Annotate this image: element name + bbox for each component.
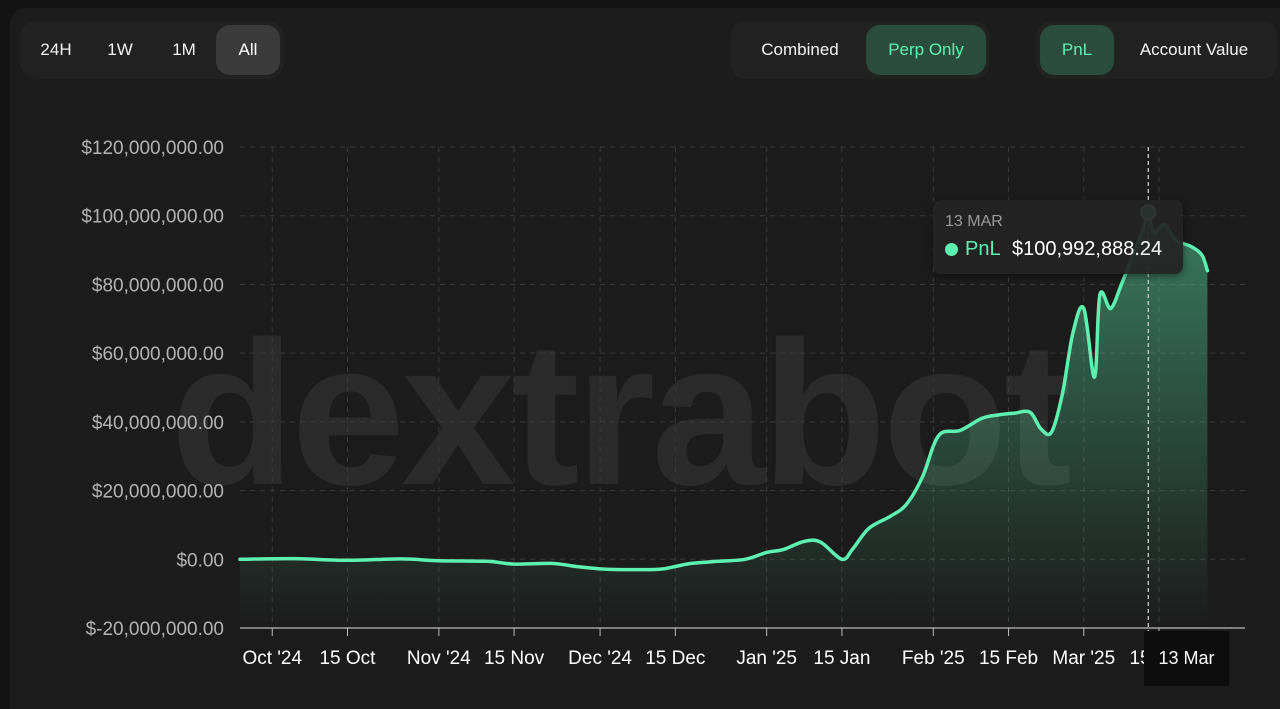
tooltip-date: 13 MAR xyxy=(945,213,1003,230)
tooltip-series-label: PnL xyxy=(965,238,1001,260)
range-1m-button[interactable]: 1M xyxy=(152,25,216,75)
x-tick-label: Oct '24 xyxy=(242,648,302,669)
chart-tooltip: 13 MAR PnL $100,992,888.24 xyxy=(933,200,1183,274)
x-tick-label: Jan '25 xyxy=(736,648,797,669)
crosshair-date-label: 13 Mar xyxy=(1144,631,1229,686)
perp-only-button[interactable]: Perp Only xyxy=(866,25,986,75)
x-tick-label: Nov '24 xyxy=(407,648,471,669)
y-tick-label: $0.00 xyxy=(176,550,224,571)
x-tick-label: 15 Nov xyxy=(484,648,545,669)
y-tick-label: $-20,000,000.00 xyxy=(86,619,224,640)
x-tick-label: Feb '25 xyxy=(902,648,965,669)
range-all-button[interactable]: All xyxy=(216,25,280,75)
mode-selector: Combined Perp Only xyxy=(730,21,990,79)
account-value-button[interactable]: Account Value xyxy=(1114,25,1274,75)
x-axis: Oct '24 15 Oct Nov '24 15 Nov Dec '24 15 Dec J… xyxy=(240,627,1245,669)
range-1w-button[interactable]: 1W xyxy=(88,25,152,75)
series-dot-icon xyxy=(945,243,958,256)
x-tick-label: 15 Jan xyxy=(813,648,870,669)
metric-selector: PnL Account Value xyxy=(1036,21,1278,79)
y-tick-label: $40,000,000.00 xyxy=(92,413,224,434)
x-tick-label: 15 Oct xyxy=(319,648,376,669)
x-tick-label: 15 Feb xyxy=(979,648,1038,669)
x-tick-label: Mar '25 xyxy=(1052,648,1115,669)
y-tick-label: $80,000,000.00 xyxy=(92,275,224,296)
y-tick-label: $100,000,000.00 xyxy=(81,207,224,228)
x-tick-label: Dec '24 xyxy=(568,648,632,669)
pnl-button[interactable]: PnL xyxy=(1040,25,1114,75)
y-tick-label: $60,000,000.00 xyxy=(92,344,224,365)
range-24h-button[interactable]: 24H xyxy=(24,25,88,75)
combined-button[interactable]: Combined xyxy=(734,25,866,75)
x-tick-label: 15 Dec xyxy=(645,648,705,669)
tooltip-value: $100,992,888.24 xyxy=(1012,238,1163,260)
time-range-selector: 24H 1W 1M All xyxy=(20,21,284,79)
y-tick-label: $120,000,000.00 xyxy=(81,138,224,159)
y-tick-label: $20,000,000.00 xyxy=(92,482,224,503)
pnl-chart: dextrabot $120,000,000.00$100,000,000.00… xyxy=(81,138,1245,669)
